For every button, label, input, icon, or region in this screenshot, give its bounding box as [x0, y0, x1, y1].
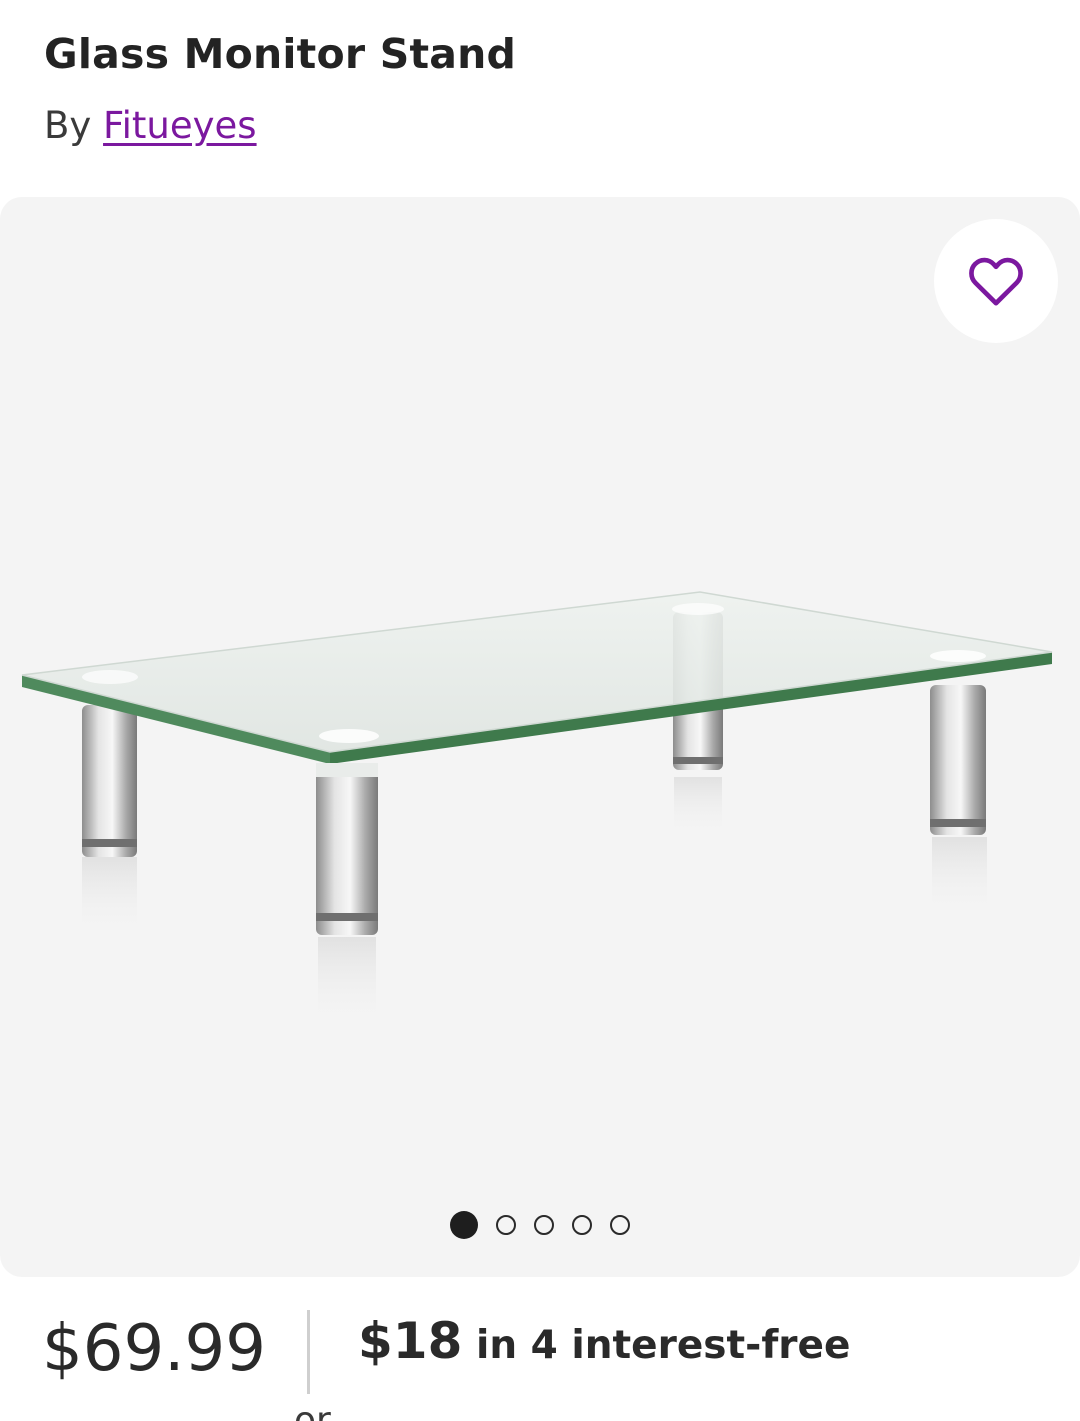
carousel-dot-5[interactable]: [610, 1215, 630, 1235]
brand-link[interactable]: Fitueyes: [103, 104, 257, 147]
installment-text: in 4 interest-free: [475, 1323, 851, 1368]
product-image: [21, 591, 1053, 1027]
product-page: Glass Monitor Stand By Fitueyes $69.99 $…: [0, 0, 1080, 1421]
carousel-dot-2[interactable]: [496, 1215, 516, 1235]
product-image-gallery[interactable]: [0, 197, 1080, 1277]
price-divider: [307, 1310, 310, 1394]
heart-outline-icon: [969, 257, 1023, 306]
installment-amount: $18: [358, 1312, 463, 1370]
installment-second-line: or: [294, 1400, 331, 1421]
favorite-button[interactable]: [934, 219, 1058, 343]
carousel-dot-1[interactable]: [450, 1211, 478, 1239]
product-title: Glass Monitor Stand: [44, 30, 517, 78]
byline: By Fitueyes: [44, 104, 257, 147]
installment-offer: $18 in 4 interest-free: [358, 1312, 850, 1370]
byline-prefix: By: [44, 104, 92, 147]
installment-line2-start: or: [294, 1400, 331, 1421]
carousel-dot-3[interactable]: [534, 1215, 554, 1235]
product-price: $69.99: [42, 1312, 266, 1386]
carousel-dot-4[interactable]: [572, 1215, 592, 1235]
carousel-indicators: [0, 1211, 1080, 1239]
